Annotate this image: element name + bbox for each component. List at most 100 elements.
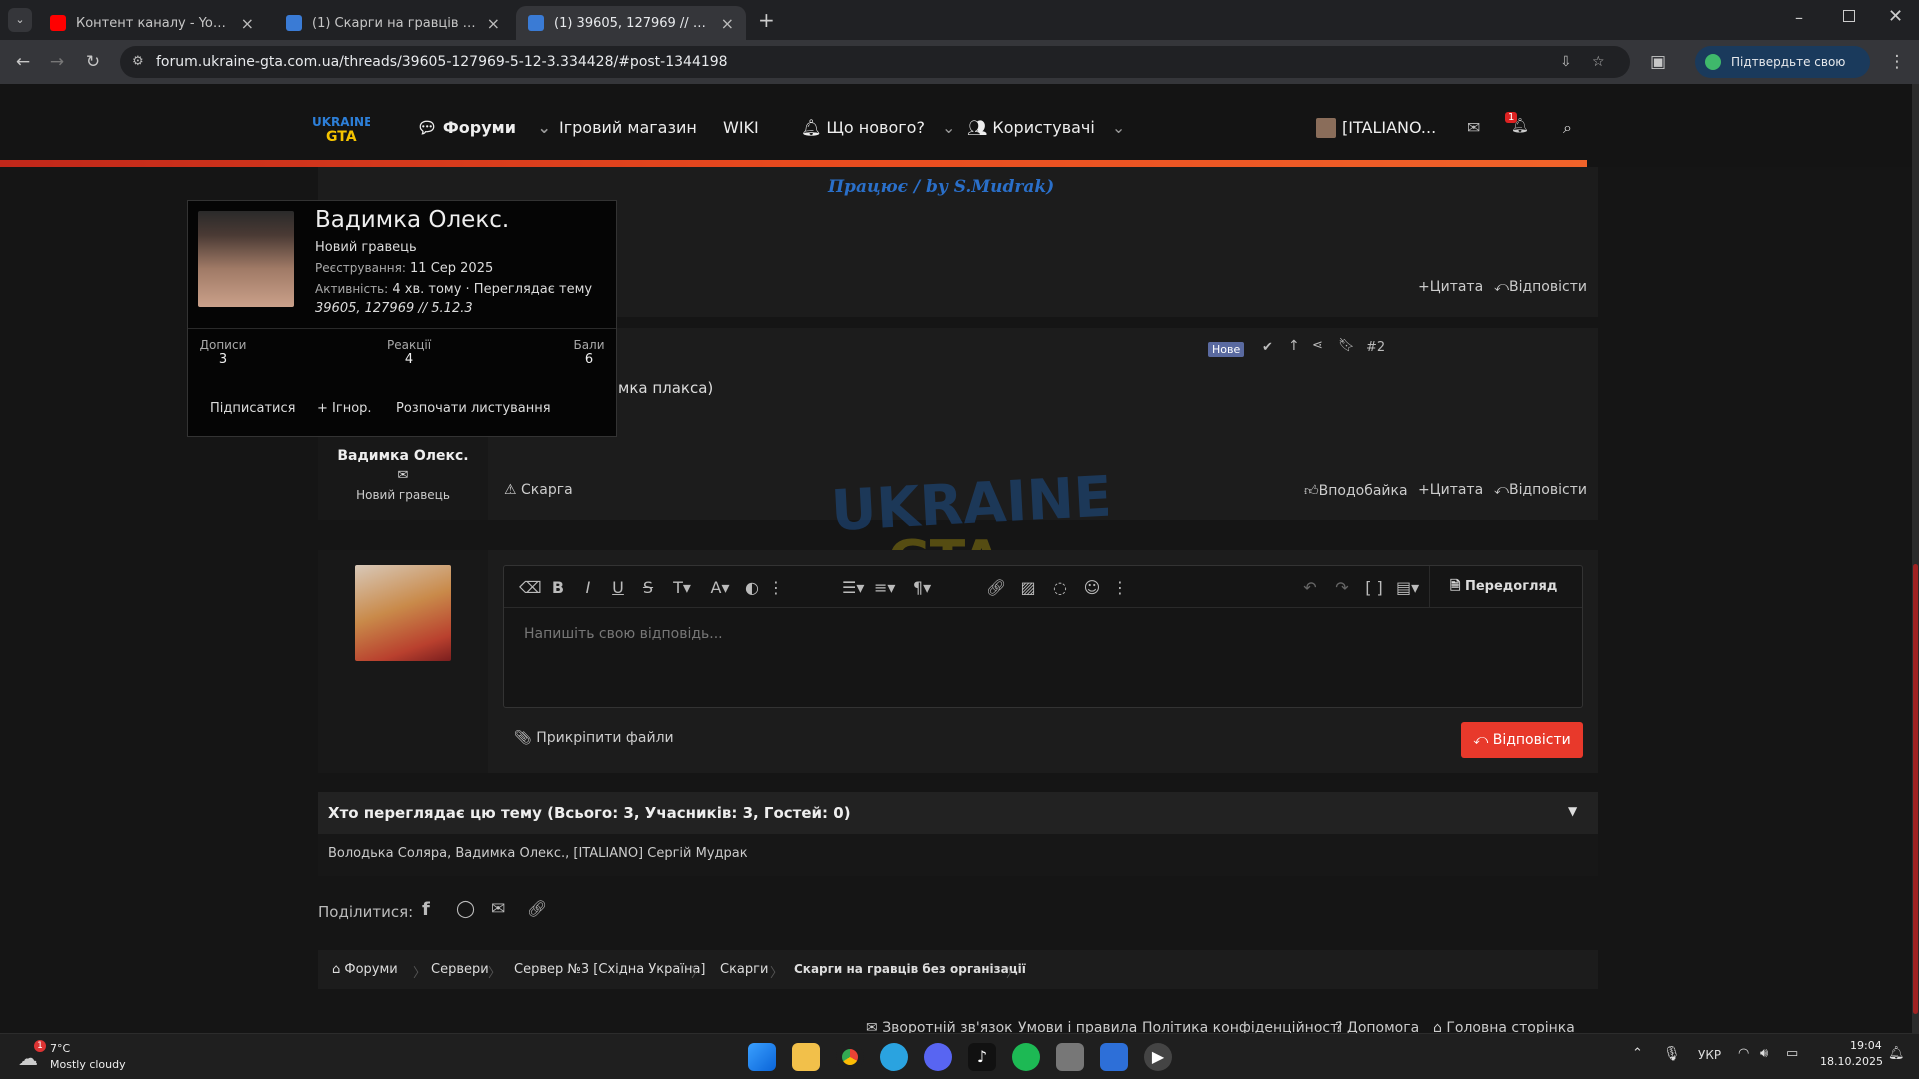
- email-icon[interactable]: ✉: [491, 899, 505, 919]
- clock-time[interactable]: 19:04: [1850, 1039, 1882, 1052]
- like-button[interactable]: 👍︎Вподобайка: [1304, 482, 1408, 499]
- member-name[interactable]: Вадимка Олекс.: [315, 207, 509, 233]
- strikethrough-icon[interactable]: S: [638, 578, 658, 597]
- tab-youtube-studio[interactable]: Контент каналу - YouTube Studio ×: [38, 6, 266, 40]
- member-thread-link[interactable]: 39605, 127969 // 5.12.3: [315, 301, 473, 316]
- bookmark-star-icon[interactable]: ☆: [1592, 46, 1605, 78]
- close-window-button[interactable]: ✕: [1888, 6, 1903, 27]
- new-tab-button[interactable]: +: [758, 8, 775, 32]
- search-icon[interactable]: ⌕: [1563, 118, 1572, 138]
- tab-search-button[interactable]: ⌄: [8, 8, 32, 32]
- page-scrollbar[interactable]: [1912, 84, 1919, 1033]
- hide-icon[interactable]: ◌: [1050, 578, 1070, 597]
- nav-wiki[interactable]: WIKI: [723, 118, 759, 137]
- link-icon[interactable]: 🔗︎: [527, 899, 547, 918]
- site-info-icon[interactable]: ⚙: [132, 46, 144, 78]
- forward-icon[interactable]: →: [46, 51, 68, 73]
- post-author-name[interactable]: Вадимка Олекс.: [318, 448, 488, 464]
- collapse-icon[interactable]: ▼: [1568, 804, 1577, 818]
- close-tab-icon[interactable]: ×: [487, 14, 500, 33]
- attach-files-button[interactable]: 📎︎ Прикріпити файли: [514, 730, 674, 746]
- file-explorer-icon[interactable]: [792, 1043, 820, 1071]
- start-icon[interactable]: [748, 1043, 776, 1071]
- chevron-down-icon[interactable]: ⌄: [942, 118, 955, 137]
- discord-icon[interactable]: [924, 1043, 952, 1071]
- inbox-icon[interactable]: ✉: [1467, 118, 1480, 137]
- volume-icon[interactable]: 🔊︎: [1760, 1046, 1768, 1061]
- reply-button[interactable]: ⤺Відповісти: [1494, 279, 1587, 295]
- arrow-up-icon[interactable]: ↑: [1288, 338, 1300, 354]
- ignore-button[interactable]: + Ігнор.: [317, 401, 372, 416]
- install-app-icon[interactable]: ⇩: [1560, 46, 1572, 78]
- bold-icon[interactable]: B: [548, 578, 568, 597]
- post-number[interactable]: #2: [1366, 340, 1385, 355]
- chevron-down-icon[interactable]: ⌄: [1112, 118, 1125, 137]
- close-tab-icon[interactable]: ×: [241, 14, 254, 33]
- quote-button[interactable]: +Цитата: [1418, 279, 1483, 295]
- nav-users[interactable]: 👥︎ Користувачі ⌄: [967, 118, 1125, 137]
- scrollbar-thumb[interactable]: [1913, 564, 1918, 1014]
- spotify-icon[interactable]: [1012, 1043, 1040, 1071]
- language-indicator[interactable]: УКР: [1698, 1048, 1721, 1062]
- nav-whats-new[interactable]: 🔔︎ Що нового? ⌄: [801, 118, 955, 137]
- close-tab-icon[interactable]: ×: [721, 14, 734, 33]
- message-icon[interactable]: ✉: [318, 468, 488, 483]
- clock-date[interactable]: 18.10.2025: [1820, 1055, 1883, 1068]
- whatsapp-icon[interactable]: ◯: [456, 899, 475, 919]
- undo-icon[interactable]: ↶: [1300, 578, 1320, 597]
- image-icon[interactable]: ▨: [1018, 578, 1038, 597]
- watching-header[interactable]: Хто переглядає цю тему (Всього: 3, Учасн…: [318, 792, 1598, 834]
- breadcrumb-complaints[interactable]: Скарги: [720, 962, 768, 977]
- back-icon[interactable]: ←: [12, 51, 34, 73]
- address-bar[interactable]: ⚙ forum.ukraine-gta.com.ua/threads/39605…: [120, 46, 1630, 78]
- emoji-icon[interactable]: ☺: [1082, 578, 1102, 597]
- list-icon[interactable]: ☰▾: [842, 578, 864, 597]
- chrome-icon[interactable]: [836, 1043, 864, 1071]
- bookmark-icon[interactable]: 🔖︎: [1338, 338, 1355, 353]
- notifications-icon[interactable]: 🔔︎: [1888, 1046, 1905, 1061]
- facebook-icon[interactable]: f: [422, 899, 430, 920]
- restore-button[interactable]: [1843, 10, 1855, 22]
- minimize-button[interactable]: –: [1795, 8, 1803, 27]
- eraser-icon[interactable]: ⌫: [519, 578, 542, 597]
- more-options-icon[interactable]: ⋮: [766, 578, 786, 597]
- submit-reply-button[interactable]: ⤺ Відповісти: [1461, 722, 1583, 758]
- palette-icon[interactable]: ◐: [742, 578, 762, 597]
- breadcrumb-current[interactable]: Скарги на гравців без організації: [794, 962, 1026, 976]
- nav-shop[interactable]: Ігровий магазин: [559, 118, 697, 137]
- tiktok-icon[interactable]: ♪: [968, 1043, 996, 1071]
- extensions-icon[interactable]: ▣: [1647, 51, 1669, 73]
- align-icon[interactable]: ≡▾: [874, 578, 895, 597]
- reply-editor[interactable]: ⌫ B I U S T▾ A▾ ◐ ⋮ ☰▾ ≡▾ ¶▾ 🔗︎ ▨ ◌ ☺ ⋮ …: [503, 565, 1583, 708]
- check-icon[interactable]: ✔: [1262, 340, 1273, 355]
- battery-icon[interactable]: ▭: [1786, 1046, 1798, 1061]
- unity-icon[interactable]: [1056, 1043, 1084, 1071]
- wifi-icon[interactable]: ◠: [1738, 1046, 1749, 1061]
- app-icon[interactable]: [1100, 1043, 1128, 1071]
- italic-icon[interactable]: I: [578, 578, 598, 597]
- follow-button[interactable]: Підписатися: [210, 401, 295, 416]
- telegram-icon[interactable]: [880, 1043, 908, 1071]
- media-player-icon[interactable]: ▶: [1144, 1043, 1172, 1071]
- start-conversation-button[interactable]: Розпочати листування: [396, 401, 551, 416]
- drafts-icon[interactable]: ▤▾: [1396, 578, 1419, 597]
- font-family-icon[interactable]: A▾: [710, 578, 730, 597]
- link-icon[interactable]: 🔗︎: [986, 578, 1006, 597]
- user-menu[interactable]: [ITALIANO...: [1316, 118, 1436, 138]
- reload-icon[interactable]: ↻: [82, 51, 104, 73]
- reply-button[interactable]: ⤺Відповісти: [1494, 482, 1587, 498]
- font-size-icon[interactable]: T▾: [672, 578, 692, 597]
- paragraph-icon[interactable]: ¶▾: [912, 578, 932, 597]
- tray-chevron-icon[interactable]: ⌃: [1632, 1046, 1643, 1061]
- microphone-icon[interactable]: 🎙︎: [1663, 1046, 1681, 1062]
- member-avatar[interactable]: [198, 211, 294, 307]
- menu-dots-icon[interactable]: ⋮: [1886, 51, 1908, 73]
- nav-forums[interactable]: 💬︎ Форуми ⌄: [417, 118, 551, 137]
- breadcrumb-forums[interactable]: ⌂ Форуми: [332, 962, 398, 977]
- quote-button[interactable]: +Цитата: [1418, 482, 1483, 498]
- alerts-button[interactable]: 🔔︎ 1: [1505, 112, 1531, 138]
- share-icon[interactable]: ⋖: [1312, 338, 1323, 353]
- tab-forum-complaints[interactable]: (1) Скарги на гравців неоф.организацій ×: [274, 6, 512, 40]
- breadcrumb-server3[interactable]: Сервер №3 [Східна Україна]: [514, 962, 705, 977]
- report-button[interactable]: ⚠ Скарга: [504, 482, 573, 498]
